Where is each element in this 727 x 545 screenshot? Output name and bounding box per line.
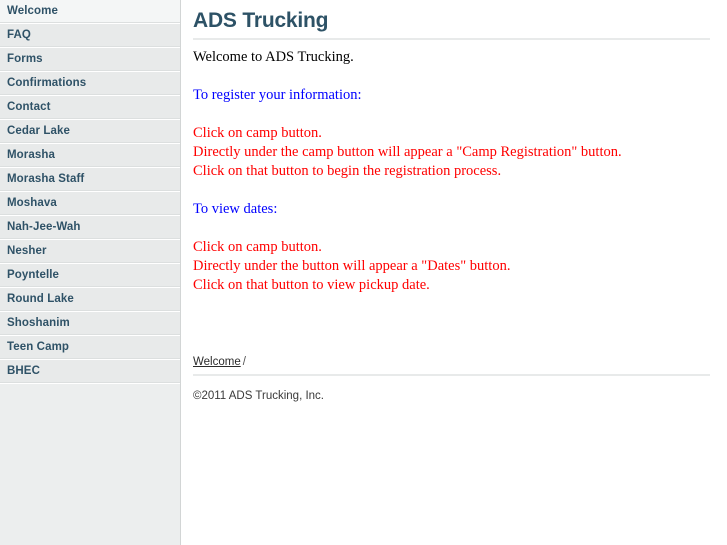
- sidebar-item-label: Morasha: [7, 149, 55, 161]
- breadcrumb-link-welcome[interactable]: Welcome: [193, 356, 241, 368]
- sidebar-item-label: Shoshanim: [7, 317, 70, 329]
- sidebar-item-forms[interactable]: Forms: [0, 48, 180, 72]
- copyright-notice: ©2011 ADS Trucking, Inc.: [193, 390, 324, 402]
- sidebar-item-confirmations[interactable]: Confirmations: [0, 72, 180, 96]
- breadcrumb: Welcome /: [193, 355, 246, 370]
- sidebar-item-nesher[interactable]: Nesher: [0, 240, 180, 264]
- sidebar-item-bhec[interactable]: BHEC: [0, 360, 180, 384]
- sidebar-item-poyntelle[interactable]: Poyntelle: [0, 264, 180, 288]
- register-step-1: Click on camp button.: [193, 125, 322, 141]
- sidebar-item-label: Forms: [7, 53, 43, 65]
- sidebar-item-label: Confirmations: [7, 77, 87, 89]
- sidebar-item-label: Contact: [7, 101, 51, 113]
- breadcrumb-separator: /: [242, 356, 246, 368]
- sidebar-item-teen-camp[interactable]: Teen Camp: [0, 336, 180, 360]
- sidebar-item-list: Welcome FAQ Forms Confirmations Contact …: [0, 0, 180, 384]
- sidebar-item-nah-jee-wah[interactable]: Nah-Jee-Wah: [0, 216, 180, 240]
- sidebar-item-morasha-staff[interactable]: Morasha Staff: [0, 168, 180, 192]
- body-copy: Welcome to ADS Trucking. To register you…: [193, 48, 713, 295]
- sidebar-navigation: Welcome FAQ Forms Confirmations Contact …: [0, 0, 181, 545]
- sidebar-item-contact[interactable]: Contact: [0, 96, 180, 120]
- footer-divider: [193, 374, 710, 376]
- intro-paragraph: Welcome to ADS Trucking.: [193, 49, 354, 65]
- main-content: ADS Trucking Welcome to ADS Trucking. To…: [182, 0, 727, 545]
- sidebar-item-label: Morasha Staff: [7, 173, 85, 185]
- sidebar-item-label: FAQ: [7, 29, 31, 41]
- page-root: Welcome FAQ Forms Confirmations Contact …: [0, 0, 727, 545]
- dates-heading: To view dates:: [193, 201, 278, 217]
- register-step-3: Click on that button to begin the regist…: [193, 163, 502, 179]
- sidebar-item-label: Poyntelle: [7, 269, 60, 281]
- sidebar-item-shoshanim[interactable]: Shoshanim: [0, 312, 180, 336]
- sidebar-item-moshava[interactable]: Moshava: [0, 192, 180, 216]
- sidebar-item-morasha[interactable]: Morasha: [0, 144, 180, 168]
- sidebar-item-faq[interactable]: FAQ: [0, 24, 180, 48]
- sidebar-item-round-lake[interactable]: Round Lake: [0, 288, 180, 312]
- dates-step-1: Click on camp button.: [193, 239, 322, 255]
- dates-step-3: Click on that button to view pickup date…: [193, 277, 430, 293]
- sidebar-item-label: Moshava: [7, 197, 57, 209]
- page-title: ADS Trucking: [193, 9, 329, 32]
- sidebar-item-label: Welcome: [7, 5, 58, 17]
- sidebar-item-label: Cedar Lake: [7, 125, 71, 137]
- register-heading: To register your information:: [193, 87, 362, 103]
- sidebar-item-label: Nah-Jee-Wah: [7, 221, 81, 233]
- register-step-2: Directly under the camp button will appe…: [193, 144, 622, 160]
- sidebar-item-label: BHEC: [7, 365, 40, 377]
- sidebar-item-label: Nesher: [7, 245, 47, 257]
- title-divider: [193, 38, 710, 40]
- sidebar-item-label: Teen Camp: [7, 341, 70, 353]
- sidebar-item-welcome[interactable]: Welcome: [0, 0, 180, 24]
- sidebar-item-label: Round Lake: [7, 293, 74, 305]
- sidebar-item-cedar-lake[interactable]: Cedar Lake: [0, 120, 180, 144]
- dates-step-2: Directly under the button will appear a …: [193, 258, 511, 274]
